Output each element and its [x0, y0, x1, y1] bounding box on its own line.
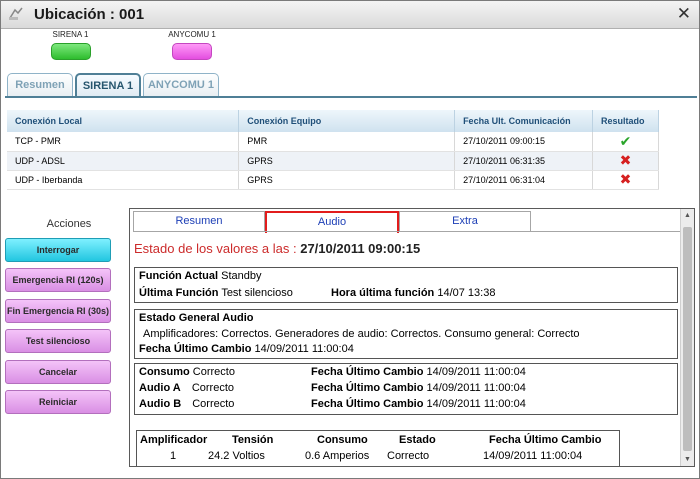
table-row[interactable]: UDP - Iberbanda GPRS 27/10/2011 06:31:04…: [7, 170, 660, 190]
amp-cell: Correcto: [387, 450, 430, 462]
cell-fecha: 27/10/2011 06:31:35: [454, 151, 593, 171]
detail-panel: Resumen Audio Extra Estado de los valore…: [129, 208, 695, 467]
funcion-actual-row: Función Actual Standby: [139, 270, 262, 282]
device-status-indicator: [50, 43, 91, 60]
cell-local: TCP - PMR: [7, 132, 240, 152]
estado-heading: Estado de los valores a las : 27/10/2011…: [134, 241, 420, 256]
cell-fecha: 27/10/2011 06:31:04: [454, 170, 593, 190]
title-bar: Ubicación : 001 ✕: [1, 1, 699, 29]
column-header[interactable]: Resultado: [592, 110, 660, 132]
detail-scrollbar[interactable]: ▲ ▼: [680, 209, 694, 466]
acciones-title: Acciones: [46, 218, 92, 230]
detail-tab-underline: [133, 231, 681, 232]
check-icon: ✔: [592, 132, 660, 152]
column-header: Estado: [399, 434, 436, 446]
audio-row-b-fecha: Fecha Último Cambio 14/09/2011 11:00:04: [311, 398, 526, 410]
amp-cell: 1: [170, 450, 177, 462]
cell-equipo: GPRS: [238, 151, 456, 171]
cell-local: UDP - Iberbanda: [7, 170, 240, 190]
table-row[interactable]: UDP - ADSL GPRS 27/10/2011 06:31:35 ✖: [7, 151, 660, 171]
cell-equipo: PMR: [238, 132, 456, 152]
window: Ubicación : 001 ✕ SIRENA 1 ANYCOMU 1 Res…: [0, 0, 700, 479]
amp-cell: 0.6 Amperios: [305, 450, 370, 462]
audio-row-a-fecha: Fecha Último Cambio 14/09/2011 11:00:04: [311, 382, 526, 394]
device-anycomu-1[interactable]: ANYCOMU 1: [161, 30, 223, 60]
estado-general-title: Estado General Audio: [139, 312, 254, 324]
tab-detail-resumen[interactable]: Resumen: [133, 211, 265, 232]
column-header[interactable]: Conexión Local: [7, 110, 240, 132]
emergencia-ri-button[interactable]: Emergencia RI (120s): [5, 268, 111, 292]
tab-resumen[interactable]: Resumen: [7, 73, 73, 97]
device-sirena-1[interactable]: SIRENA 1: [43, 30, 98, 60]
device-label: ANYCOMU 1: [168, 30, 216, 39]
hora-ultima-row: Hora última función 14/07 13:38: [331, 287, 496, 299]
column-header: Consumo: [317, 434, 368, 446]
reiniciar-button[interactable]: Reiniciar: [5, 390, 111, 414]
tab-detail-audio[interactable]: Audio: [265, 211, 399, 233]
table-header-row: Conexión Local Conexión Equipo Fecha Ult…: [7, 110, 660, 132]
device-label: SIRENA 1: [52, 30, 89, 39]
error-x-icon: ✖: [592, 170, 660, 190]
tab-sirena-1[interactable]: SIRENA 1: [75, 73, 141, 97]
ultima-funcion-row: Última Función Test silencioso: [139, 287, 293, 299]
amp-cell: 24.2 Voltios: [208, 450, 265, 462]
column-header: Fecha Último Cambio: [489, 434, 602, 446]
device-status-indicator: [172, 43, 212, 60]
test-silencioso-button[interactable]: Test silencioso: [5, 329, 111, 353]
scroll-thumb[interactable]: [683, 227, 692, 451]
connections-table: Conexión Local Conexión Equipo Fecha Ult…: [7, 110, 660, 190]
tab-anycomu-1[interactable]: ANYCOMU 1: [143, 73, 219, 97]
cancelar-button[interactable]: Cancelar: [5, 360, 111, 384]
audio-row-consumo: Consumo Correcto: [139, 366, 235, 378]
audio-row-a: Audio A Correcto: [139, 382, 234, 394]
window-title: Ubicación : 001: [34, 6, 145, 23]
close-icon[interactable]: ✕: [677, 5, 691, 23]
table-row[interactable]: TCP - PMR PMR 27/10/2011 09:00:15 ✔: [7, 132, 660, 152]
fin-emergencia-ri-button[interactable]: Fin Emergencia RI (30s): [5, 299, 111, 323]
tab-underline: [5, 96, 697, 98]
tab-detail-extra[interactable]: Extra: [399, 211, 531, 232]
funcion-box: Función Actual Standby Última Función Te…: [134, 267, 678, 303]
column-header[interactable]: Fecha Ult. Comunicación: [454, 110, 593, 132]
column-header: Tensión: [232, 434, 274, 446]
cell-equipo: GPRS: [238, 170, 456, 190]
interrogar-button[interactable]: Interrogar: [5, 238, 111, 262]
estado-general-text: Amplificadores: Correctos. Generadores d…: [143, 328, 580, 340]
audio-row-b: Audio B Correcto: [139, 398, 235, 410]
amplifier-table: Amplificador Tensión Consumo Estado Fech…: [136, 430, 620, 466]
window-app-icon: [9, 7, 23, 20]
audio-status-box: Consumo Correcto Fecha Último Cambio 14/…: [134, 363, 678, 415]
column-header: Amplificador: [140, 434, 208, 446]
detail-tabs: Resumen Audio Extra: [133, 211, 531, 233]
error-x-icon: ✖: [592, 151, 660, 171]
audio-row-consumo-fecha: Fecha Último Cambio 14/09/2011 11:00:04: [311, 366, 526, 378]
amp-cell: 14/09/2011 11:00:04: [483, 450, 583, 462]
scroll-down-icon[interactable]: ▼: [681, 453, 694, 466]
cell-local: UDP - ADSL: [7, 151, 240, 171]
cell-fecha: 27/10/2011 09:00:15: [454, 132, 593, 152]
fecha-cambio-row: Fecha Último Cambio 14/09/2011 11:00:04: [139, 343, 354, 355]
estado-time: 27/10/2011 09:00:15: [300, 241, 421, 256]
scroll-up-icon[interactable]: ▲: [681, 209, 694, 222]
estado-general-box: Estado General Audio Amplificadores: Cor…: [134, 309, 678, 359]
estado-label: Estado de los valores a las :: [134, 241, 297, 256]
column-header[interactable]: Conexión Equipo: [238, 110, 456, 132]
